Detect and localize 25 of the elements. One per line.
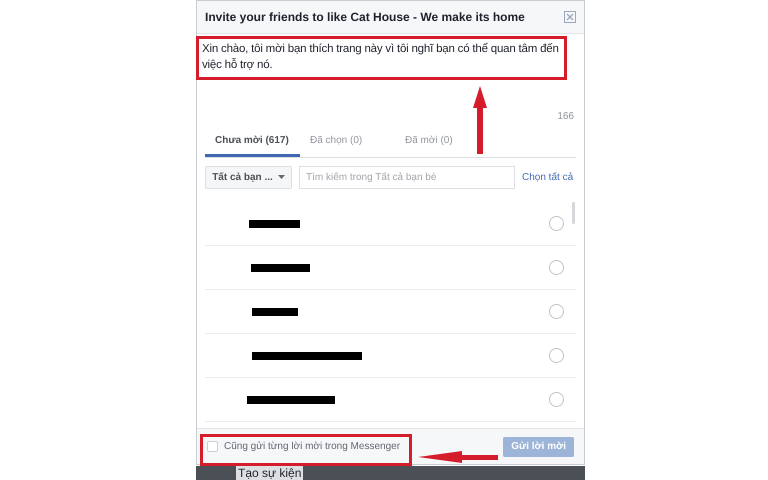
caret-icon [278,175,285,179]
tab[interactable]: Chưa mời (617) [205,126,300,157]
dialog-title: Invite your friends to like Cat House - We make its home [205,9,525,26]
scrollbar[interactable] [572,202,575,224]
redaction-bar [252,308,298,316]
tab[interactable]: Đã mời (0) [395,126,490,157]
checkbox-label: Cũng gửi từng lời mời trong Messenger [224,440,400,454]
redaction-bar [249,220,300,228]
radio-button[interactable] [549,392,564,407]
character-count: 166 [557,110,574,124]
invite-message: Xin chào, tôi mời bạn thích trang này vì tôi nghĩ bạn có thể quan tâm đến việc hỗ trợ nó. [202,42,560,73]
select-all-link[interactable]: Chọn tất cả [522,170,574,184]
radio-button[interactable] [549,260,564,275]
arrow-annotation [473,86,487,154]
checkbox[interactable] [207,441,218,452]
redaction-bar [251,264,310,272]
friends-filter-dropdown[interactable]: Tất cả bạn ... [205,166,292,188]
radio-button[interactable] [549,216,564,231]
background-link-text: Tạo sự kiện [236,466,304,480]
radio-button[interactable] [549,304,564,319]
search-field[interactable]: Tìm kiếm trong Tất cả bạn bè [299,166,515,188]
tab[interactable]: Đã chọn (0) [300,126,395,157]
message-field[interactable]: Xin chào, tôi mời bạn thích trang này vì tôi nghĩ bạn có thể quan tâm đến việc hỗ trợ nó. 166 [197,34,584,126]
radio-button[interactable] [549,348,564,363]
close-icon[interactable] [564,11,576,23]
